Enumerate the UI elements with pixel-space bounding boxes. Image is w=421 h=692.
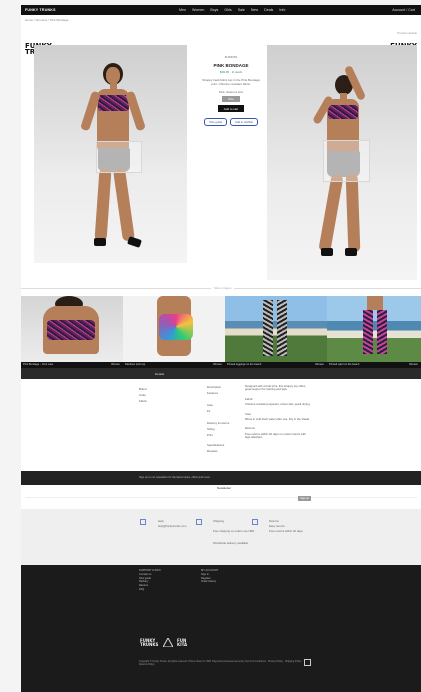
details-text: Chlorine resistant polyester, colour fas… — [245, 402, 311, 407]
details-tab[interactable]: Sizing — [207, 427, 243, 431]
details-text: Designed with a bold print, this strappy… — [245, 384, 306, 392]
gallery-item[interactable]: Printed leggings on the beach Women — [225, 296, 327, 368]
details-heading: Fabric — [245, 396, 253, 401]
gallery-item[interactable]: Rainbow print top Women — [123, 296, 225, 368]
returns-icon — [252, 519, 258, 525]
newsletter-strip: Sign up to our newsletter for the latest… — [21, 471, 421, 485]
details-tab[interactable]: Specifications — [207, 443, 243, 447]
product-price: $39.95 · In stock — [219, 70, 243, 74]
details-tab[interactable]: Description — [207, 385, 243, 389]
page-top-right-text: Product details — [397, 31, 417, 35]
footer-link[interactable]: FAQ — [139, 588, 161, 592]
returns-text: Easy returns — [269, 524, 285, 528]
nav-link[interactable]: Girls — [224, 8, 231, 12]
nav-link[interactable]: Men — [179, 8, 186, 12]
partner-logo: FUN KITA — [177, 638, 188, 647]
zoom-selection-box[interactable] — [323, 140, 370, 182]
brand-logo[interactable]: FUNKY TRUNKS — [25, 8, 56, 12]
product-info: FUNKITA PINK BONDAGE $39.95 · In stock S… — [201, 55, 261, 126]
nav-links: Men Women Boys Girls Sale New Deals Info — [179, 8, 285, 12]
nav-link[interactable]: New — [251, 8, 258, 12]
product-brand: FUNKITA — [224, 55, 238, 59]
details-heading: Care — [245, 411, 252, 416]
product-details: Brand Code Fabric Description Features C… — [21, 379, 421, 471]
details-meta-item: Brand — [139, 387, 147, 391]
details-meta-item: Fabric — [139, 399, 147, 403]
product-title: PINK BONDAGE — [213, 63, 249, 68]
breadcrumb[interactable]: Home / Womens / Pink Bondage — [25, 18, 68, 22]
page-frame: FUNKY TRUNKS Men Women Boys Girls Sale N… — [21, 5, 421, 692]
add-to-cart-button[interactable]: Add to cart — [217, 105, 245, 112]
gallery-item[interactable]: Printed capri on the beach Women — [327, 296, 421, 368]
details-tab[interactable]: Care — [207, 403, 243, 407]
details-text: Free returns within 30 days on unworn it… — [245, 431, 306, 440]
nav-link[interactable]: Deals — [264, 8, 273, 12]
help-icon — [140, 519, 146, 525]
product-description: Strappy back bikini top in the Pink Bond… — [202, 78, 260, 86]
details-tab[interactable]: Print — [207, 433, 243, 437]
newsletter-signup-button[interactable]: Sign up — [298, 496, 311, 501]
details-text: Rinse in cold fresh water after use. Dry… — [245, 417, 310, 422]
returns-subtext: Free returns within 30 days — [269, 529, 303, 533]
details-band-title: Details — [155, 372, 165, 376]
nav-link[interactable]: Sale — [238, 8, 245, 12]
details-col-text: Designed with a bold print, this strappy… — [245, 384, 311, 442]
product-photo-front[interactable] — [34, 45, 187, 263]
divider-label: More images — [211, 286, 235, 290]
nav-link[interactable]: Women — [192, 8, 204, 12]
triangle-logo-icon — [163, 638, 173, 647]
details-heading: Returns — [245, 426, 255, 431]
newsletter-section: Newsletter Sign up — [21, 485, 421, 509]
footer-col-support: SUPPORT & INFO Contact us Size guide Del… — [139, 569, 161, 592]
site-footer: SUPPORT & INFO Contact us Size guide Del… — [21, 565, 421, 692]
wishlist-button[interactable]: Add to wishlist — [230, 118, 258, 126]
contact-section: Help help@funkytrunks.com Shipping Free … — [21, 509, 421, 565]
shipping-title: Shipping — [213, 519, 224, 523]
details-tab[interactable]: Reviews — [207, 449, 243, 453]
top-nav: FUNKY TRUNKS Men Women Boys Girls Sale N… — [21, 5, 421, 15]
payment-icon — [304, 659, 311, 666]
zoom-selection-box[interactable] — [96, 141, 142, 173]
shipping-subtext: Worldwide delivery available — [213, 541, 249, 545]
details-col-meta: Brand Code Fabric — [139, 387, 147, 405]
returns-title: Returns — [269, 519, 279, 523]
details-band: Details — [21, 368, 421, 379]
shipping-icon — [196, 519, 202, 525]
help-title: Help — [158, 519, 164, 523]
details-tab[interactable]: Fit — [207, 409, 243, 413]
footer-brand-logo: FUNKY TRUNKS — [140, 638, 159, 647]
footer-legal-text: Copyright © Funky Trunks. All rights res… — [139, 660, 303, 667]
nav-link[interactable]: Boys — [210, 8, 218, 12]
footer-col-account: MY ACCOUNT Sign in Register Order histor… — [201, 569, 218, 584]
newsletter-title: Newsletter — [217, 486, 232, 490]
details-tab[interactable]: Delivery & returns — [207, 421, 243, 425]
gallery-item[interactable]: Pink Bondage – front view Women — [21, 296, 123, 368]
section-divider: More images — [21, 286, 421, 290]
details-col-tabs: Description Features Care Fit Delivery &… — [207, 385, 243, 455]
shipping-text: Free shipping on orders over $50 — [213, 529, 255, 533]
newsletter-input[interactable] — [25, 497, 417, 498]
details-meta-item: Code — [139, 393, 146, 397]
product-photo-back[interactable] — [267, 45, 417, 280]
details-tab[interactable]: Features — [207, 391, 243, 395]
account-cart-link[interactable]: Account / Cart — [392, 8, 415, 12]
help-email[interactable]: help@funkytrunks.com — [158, 524, 187, 528]
newsletter-strip-text: Sign up to our newsletter for the latest… — [139, 476, 210, 479]
nav-link[interactable]: Info — [279, 8, 285, 12]
footer-link[interactable]: Order history — [201, 580, 218, 584]
size-guide-button[interactable]: Size guide — [204, 118, 228, 126]
